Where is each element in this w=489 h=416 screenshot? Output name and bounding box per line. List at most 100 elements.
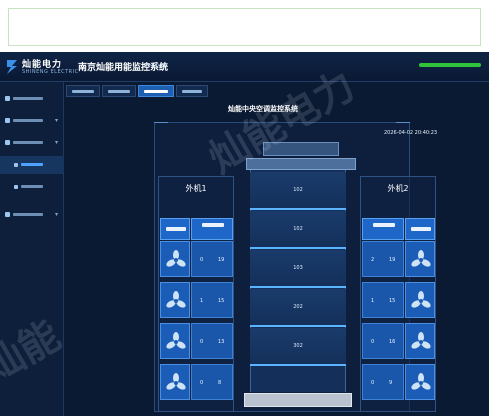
unit-values: 2 19 <box>362 241 404 277</box>
sidebar-item-label <box>13 141 43 144</box>
fan-cell[interactable] <box>160 241 190 277</box>
unit-values: 0 9 <box>362 364 404 400</box>
sidebar-item-label <box>21 163 43 166</box>
panel-title: 灿能中央空调监控系统 <box>228 105 298 113</box>
fan-cell[interactable] <box>405 364 435 400</box>
monitor-icon <box>5 140 10 145</box>
floor-row[interactable]: 102 <box>250 172 346 210</box>
sidebar-item-1[interactable] <box>0 90 64 108</box>
tab-2[interactable] <box>102 85 136 97</box>
header-text <box>373 223 395 227</box>
header-text <box>411 227 431 231</box>
chevron-down-icon: ▾ <box>54 211 58 218</box>
floor-label: 202 <box>293 304 303 310</box>
chiller-header <box>263 142 339 156</box>
unit-values: 0 8 <box>191 364 233 400</box>
sidebar-item-6[interactable]: ▾ <box>0 206 64 224</box>
unit-values: 0 16 <box>362 323 404 359</box>
fan-cell[interactable] <box>405 323 435 359</box>
top-blank-box <box>8 8 481 46</box>
value-b: 15 <box>218 298 225 304</box>
value-a: 0 <box>200 380 204 386</box>
logo[interactable]: 灿能电力 SHINENG ELECTRIC <box>4 56 78 78</box>
sidebar-item-label <box>13 213 43 216</box>
fan-cell[interactable] <box>405 282 435 318</box>
tab-1[interactable] <box>66 85 100 97</box>
sidebar-item-4[interactable] <box>0 156 64 174</box>
fan-icon <box>411 373 431 390</box>
system-version: (v1.0.0) <box>146 63 166 69</box>
fan-icon <box>411 250 431 267</box>
floor-label: 102 <box>293 187 303 193</box>
value-a: 0 <box>371 380 375 386</box>
sidebar: ▾ ▾ ▾ <box>0 82 64 416</box>
value-a: 1 <box>200 298 204 304</box>
fan-cell[interactable] <box>405 241 435 277</box>
aircon-icon <box>14 163 18 167</box>
values-header <box>191 218 233 240</box>
logo-subtitle: SHINENG ELECTRIC <box>22 69 79 75</box>
logo-icon <box>7 60 17 74</box>
unit-values: 1 15 <box>191 282 233 318</box>
sidebar-item-5[interactable] <box>0 178 64 196</box>
tab-label <box>72 90 94 93</box>
chart-icon <box>5 212 10 217</box>
home-icon <box>5 96 10 101</box>
values-header <box>362 218 404 240</box>
chiller-base <box>244 393 352 407</box>
floor-row[interactable]: 202 <box>250 289 346 327</box>
value-a: 1 <box>371 298 375 304</box>
value-b: 13 <box>218 339 225 345</box>
device-icon <box>5 118 10 123</box>
frame-corner <box>154 122 168 128</box>
tab-label <box>108 90 130 93</box>
floor-label: 302 <box>293 343 303 349</box>
fan-icon <box>411 291 431 308</box>
value-b: 19 <box>389 257 396 263</box>
fan-cell[interactable] <box>160 323 190 359</box>
floor-label: 102 <box>293 226 303 232</box>
unit-values: 0 19 <box>191 241 233 277</box>
chevron-down-icon: ▾ <box>54 117 58 124</box>
value-b: 8 <box>218 380 222 386</box>
value-a: 2 <box>371 257 375 263</box>
value-b: 9 <box>389 380 393 386</box>
tab-label <box>182 90 202 93</box>
floor-row[interactable]: 102 <box>250 211 346 249</box>
sidebar-item-2[interactable]: ▾ <box>0 112 64 130</box>
fan-cell[interactable] <box>160 364 190 400</box>
value-a: 0 <box>200 257 204 263</box>
sidebar-item-label <box>13 119 43 122</box>
outdoor-unit-title: 外机2 <box>387 184 409 193</box>
frame-corner <box>396 122 410 128</box>
timestamp: 2026-04-02 20:40:23 <box>384 130 438 136</box>
fan-cell[interactable] <box>160 282 190 318</box>
floor-row[interactable]: 302 <box>250 328 346 366</box>
unit-values: 1 15 <box>362 282 404 318</box>
value-a: 0 <box>200 339 204 345</box>
outdoor-unit-title: 外机1 <box>185 184 207 193</box>
fan-icon <box>166 250 186 267</box>
value-b: 15 <box>389 298 396 304</box>
header-text <box>202 223 224 227</box>
lighting-icon <box>14 185 18 189</box>
sidebar-item-3[interactable]: ▾ <box>0 134 64 152</box>
chevron-down-icon: ▾ <box>54 139 58 146</box>
fan-icon <box>166 332 186 349</box>
fan-status-header <box>160 218 190 240</box>
tab-4[interactable] <box>176 85 208 97</box>
tab-3[interactable] <box>138 85 174 97</box>
value-b: 16 <box>389 339 396 345</box>
sidebar-item-label <box>21 185 43 188</box>
floor-label: 103 <box>293 265 303 271</box>
value-a: 0 <box>371 339 375 345</box>
sidebar-item-label <box>13 97 43 100</box>
top-blank-strip <box>0 0 489 52</box>
tab-label <box>144 90 168 93</box>
header-text <box>166 227 186 231</box>
value-b: 19 <box>218 257 225 263</box>
floor-row[interactable]: 103 <box>250 250 346 288</box>
app-header: 灿能电力 SHINENG ELECTRIC 南京灿能用能监控系统 (v1.0.0… <box>0 52 489 82</box>
tab-bar <box>66 85 489 97</box>
fan-icon <box>411 332 431 349</box>
